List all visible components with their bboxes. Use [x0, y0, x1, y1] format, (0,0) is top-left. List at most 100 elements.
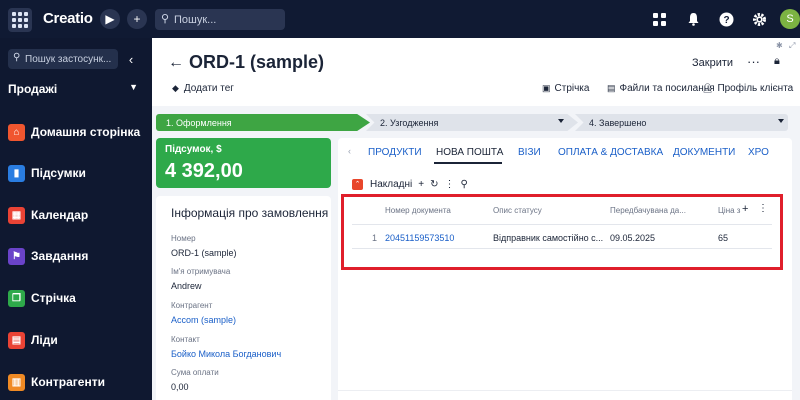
field-label: Контакт: [171, 335, 200, 344]
field-contact[interactable]: Контакт Бойко Микола Богданович: [171, 335, 321, 359]
search-icon: ⚲: [161, 13, 170, 25]
feed-icon: ❐: [8, 289, 25, 307]
leads-icon: ▤: [8, 331, 25, 349]
global-search-input[interactable]: [174, 12, 279, 27]
add-icon[interactable]: +: [418, 179, 424, 190]
files-link[interactable]: ▤ Файли та посилання: [607, 83, 715, 94]
sidebar-item-calendar[interactable]: ▦ Календар: [8, 205, 148, 225]
play-icon[interactable]: ▶: [100, 9, 120, 29]
collapse-detail-icon[interactable]: ⌃: [352, 178, 363, 190]
field-label: Контрагент: [171, 301, 213, 310]
help-icon[interactable]: ?: [716, 9, 736, 29]
sidebar-item-label: Контрагенти: [31, 375, 105, 389]
sidebar-item-accounts[interactable]: ▥ Контрагенти: [8, 372, 148, 392]
tab-scroll-left-icon[interactable]: ‹: [348, 146, 351, 156]
contact-link[interactable]: Бойко Микола Богданович: [171, 349, 321, 359]
horizontal-scrollbar[interactable]: [338, 390, 792, 391]
field-label: Сума оплати: [171, 368, 219, 377]
record-header: ✱ ⤢ ← ORD-1 (sample) ◆ Додати тег Закрит…: [152, 38, 800, 106]
caret-down-icon: [558, 119, 564, 123]
flag-icon: ⚑: [8, 247, 25, 265]
apps-grid-icon[interactable]: [649, 9, 669, 29]
summary-card: Підсумок, $ 4 392,00: [156, 138, 331, 188]
field-number[interactable]: Номер ORD-1 (sample): [171, 234, 321, 258]
lock-icon[interactable]: 🔒︎: [774, 55, 780, 68]
tab-payment-delivery[interactable]: ОПЛАТА & ДОСТАВКА: [558, 147, 663, 158]
collapse-sidebar-icon[interactable]: ‹: [124, 49, 138, 69]
caret-down-icon: ▼: [129, 82, 138, 92]
order-info-card: Інформація про замовлення Номер ORD-1 (s…: [156, 196, 331, 400]
calendar-icon: ▦: [8, 206, 25, 224]
detail-toolbar: ⌃ Накладні + ↻ ⋮ ⚲: [352, 177, 468, 191]
app-grid-icon[interactable]: [8, 8, 32, 32]
more-options-icon[interactable]: ···: [747, 54, 760, 69]
sidebar-item-feed[interactable]: ❐ Стрічка: [8, 288, 148, 308]
search-icon[interactable]: ⚲: [460, 179, 467, 190]
expand-icon[interactable]: ⤢: [789, 41, 795, 51]
sidebar-section-label: Продажі: [8, 82, 58, 96]
sidebar-item-home[interactable]: ⌂ Домашня сторінка: [8, 122, 148, 142]
app-search[interactable]: ⚲: [8, 49, 118, 69]
add-tag-button[interactable]: ◆ Додати тег: [172, 83, 234, 94]
summary-label: Підсумок, $: [165, 144, 222, 155]
tab-nova-poshta[interactable]: НОВА ПОШТА: [436, 147, 503, 158]
stage-label: 1. Оформлення: [166, 117, 232, 128]
sidebar-section[interactable]: Продажі ▼: [8, 82, 138, 98]
home-icon: ⌂: [8, 123, 25, 141]
stage-bar: 1. Оформлення 2. Узгодження 4. Завершено: [156, 114, 788, 131]
stage-3[interactable]: 4. Завершено: [575, 114, 788, 131]
settings-small-icon[interactable]: ✱: [776, 41, 783, 50]
attachment-icon: ▤: [607, 83, 616, 93]
feed-link[interactable]: ▣ Стрічка: [542, 83, 589, 94]
field-value[interactable]: Andrew: [171, 281, 321, 291]
stage-1[interactable]: 1. Оформлення: [156, 114, 370, 131]
sidebar-item-label: Завдання: [31, 249, 89, 263]
order-info-heading: Інформація про замовлення: [171, 206, 329, 220]
detail-title: Накладні: [370, 178, 413, 190]
summary-value: 4 392,00: [165, 160, 243, 182]
field-label: Номер: [171, 234, 196, 243]
tab-visas[interactable]: ВІЗИ: [518, 147, 541, 158]
avatar[interactable]: S: [780, 9, 800, 29]
refresh-icon[interactable]: ↻: [430, 179, 438, 190]
field-value[interactable]: 0,00: [171, 382, 321, 392]
stage-label: 4. Завершено: [589, 117, 647, 128]
bell-icon[interactable]: [683, 9, 703, 29]
bar-chart-icon: ▮: [8, 164, 25, 182]
active-tab-underline: [434, 162, 502, 164]
more-options-icon[interactable]: ⋮: [444, 179, 454, 190]
tab-history[interactable]: ХРО: [748, 147, 769, 158]
field-account[interactable]: Контрагент Accom (sample): [171, 301, 321, 325]
stage-label: 2. Узгодження: [380, 117, 439, 128]
caret-down-icon: [778, 119, 784, 123]
client-profile-link[interactable]: 👤︎ Профіль клієнта: [702, 83, 793, 94]
sidebar-item-leads[interactable]: ▤ Ліди: [8, 330, 148, 350]
gear-icon[interactable]: [749, 9, 769, 29]
tabs: ‹ ПРОДУКТИ НОВА ПОШТА ВІЗИ ОПЛАТА & ДОСТ…: [338, 138, 792, 164]
field-recipient[interactable]: Ім'я отримувача Andrew: [171, 267, 321, 291]
field-value[interactable]: ORD-1 (sample): [171, 248, 321, 258]
sidebar-item-dashboards[interactable]: ▮ Підсумки: [8, 163, 148, 183]
client-profile-label: Профіль клієнта: [717, 83, 794, 94]
back-arrow-icon[interactable]: ←: [168, 54, 184, 72]
account-link[interactable]: Accom (sample): [171, 315, 321, 325]
files-label: Файли та посилання: [619, 83, 715, 94]
stage-2[interactable]: 2. Узгодження: [366, 114, 578, 131]
creatio-logo: Creatio: [43, 10, 93, 27]
feed-icon: ▣: [542, 83, 551, 93]
tab-documents[interactable]: ДОКУМЕНТИ: [673, 147, 735, 158]
field-payment-amount[interactable]: Сума оплати 0,00: [171, 368, 321, 392]
global-search[interactable]: ⚲: [155, 9, 285, 30]
search-icon: ⚲: [13, 52, 21, 63]
tab-products[interactable]: ПРОДУКТИ: [368, 147, 422, 158]
top-bar: Creatio ▶ + ⚲ ? S: [0, 0, 800, 38]
sidebar-item-tasks[interactable]: ⚑ Завдання: [8, 246, 148, 266]
close-button[interactable]: Закрити: [692, 57, 733, 69]
sidebar-item-label: Календар: [31, 208, 89, 222]
sidebar-item-label: Стрічка: [31, 291, 76, 305]
sidebar-item-label: Ліди: [31, 333, 58, 347]
person-icon: 👤︎: [702, 83, 714, 93]
sidebar-item-label: Домашня сторінка: [31, 125, 141, 139]
app-search-input[interactable]: [25, 52, 115, 66]
add-icon[interactable]: +: [127, 9, 147, 29]
